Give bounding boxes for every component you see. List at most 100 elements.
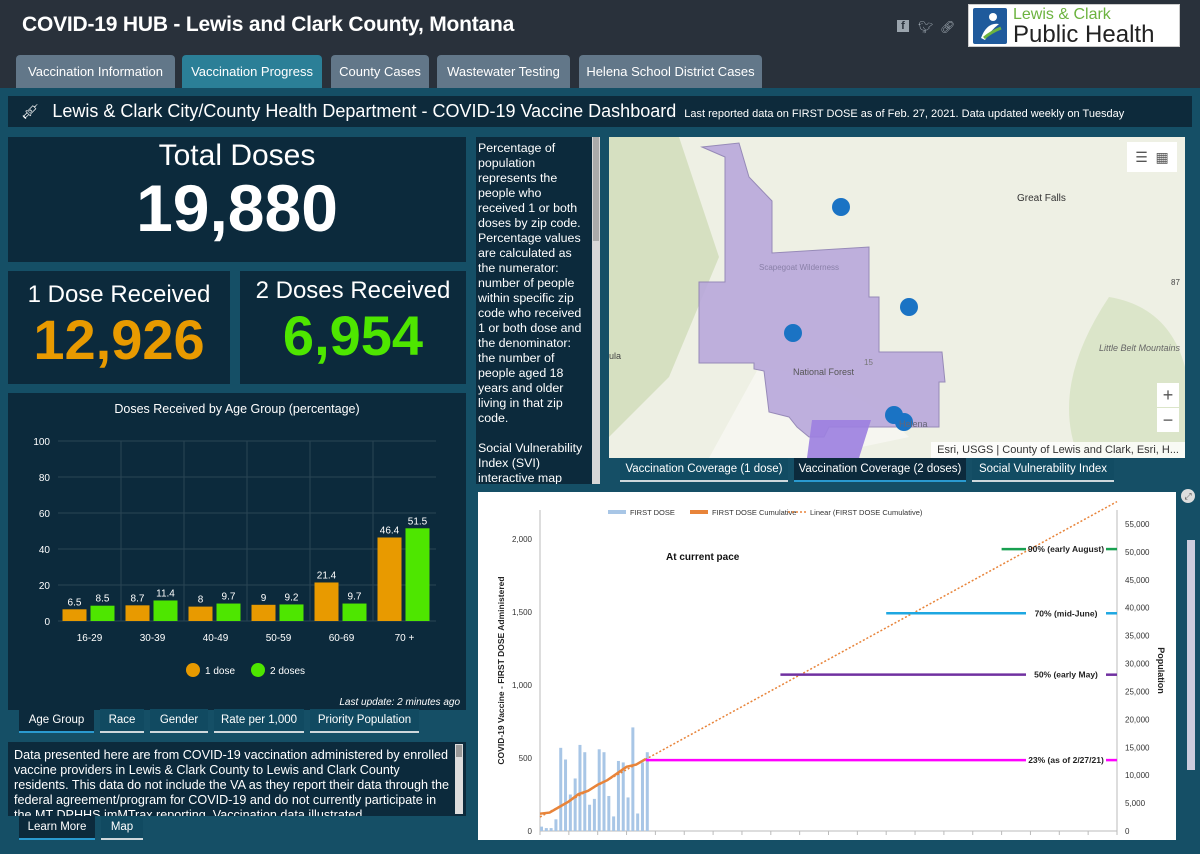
x-tick-label: 40-49 (203, 633, 229, 644)
header: COVID-19 HUB - Lewis and Clark County, M… (0, 0, 1200, 50)
y2-tick-label: 45,000 (1125, 576, 1150, 585)
y-tick-label: 0 (528, 827, 533, 836)
map-label: National Forest (793, 367, 855, 377)
notes-text: Data presented here are from COVID-19 va… (14, 748, 449, 816)
y-tick-label: 40 (39, 545, 51, 556)
vaccine-site-icon[interactable] (784, 324, 802, 342)
tab-race[interactable]: Race (100, 709, 144, 733)
x-tick-label: 60-69 (329, 633, 355, 644)
dose1-label: 1 Dose Received (27, 281, 211, 308)
tab-vaccination-coverage-1-dose[interactable]: Vaccination Coverage (1 dose) (620, 458, 788, 482)
y2-tick-label: 25,000 (1125, 687, 1150, 696)
first-dose-bar (626, 797, 630, 831)
total-doses-card: Total Doses 19,880 (8, 137, 466, 262)
facebook-icon[interactable]: f (897, 20, 909, 32)
y2-tick-label: 10,000 (1125, 771, 1150, 780)
target-label: 50% (early May) (1034, 670, 1098, 680)
cumulative-line (539, 757, 647, 815)
map-label: Helena (899, 419, 928, 429)
annotation: At current pace (666, 552, 740, 563)
dashboard-title: Lewis & Clark City/County Health Departm… (52, 101, 677, 121)
tab-gender[interactable]: Gender (150, 709, 208, 733)
map-label-wilderness: Scapegoat Wilderness (759, 263, 839, 272)
tab-helena-school-district-cases[interactable]: Helena School District Cases (579, 55, 762, 88)
bar-2-doses (153, 600, 178, 621)
tab-wastewater-testing[interactable]: Wastewater Testing (437, 55, 570, 88)
legend-icon[interactable]: ☰ (1135, 149, 1148, 166)
interstate-shield: 15 (864, 358, 873, 367)
y-tick-label: 0 (44, 617, 50, 628)
first-dose-pace-chart: 0 500 1,000 1,500 2,000 0 5,000 10,000 15,000 20,… (478, 492, 1176, 840)
data-label: 8.7 (131, 593, 145, 604)
total-doses-label: Total Doses (158, 139, 316, 172)
target-label: 23% (as of 2/27/21) (1028, 755, 1104, 765)
legend-label: FIRST DOSE Cumulative (712, 508, 796, 517)
first-dose-bar (636, 813, 640, 831)
vaccine-site-icon[interactable] (832, 198, 850, 216)
legend-and-basemap-buttons[interactable]: ☰ ▦ (1127, 142, 1177, 172)
first-dose-bar (612, 816, 616, 831)
tab-vaccination-progress[interactable]: Vaccination Progress (182, 55, 322, 88)
syringe-icon: 💉︎ (20, 103, 41, 121)
first-dose-bar (549, 828, 553, 831)
bar-2-doses (279, 604, 304, 621)
dashboard-title-bar: 💉︎ Lewis & Clark City/County Health Depa… (8, 96, 1192, 127)
bar-2-doses (90, 605, 115, 621)
first-dose-chart-svg: 0 500 1,000 1,500 2,000 0 5,000 10,000 15,000 20,… (496, 500, 1166, 836)
x-tick-label: 30-39 (140, 633, 166, 644)
data-label: 8 (198, 595, 204, 606)
twitter-icon[interactable]: 🐦︎ (918, 20, 933, 34)
zoom-out-button[interactable]: − (1157, 408, 1179, 432)
first-dose-bar (573, 778, 577, 831)
tab-social-vulnerability-index[interactable]: Social Vulnerability Index (972, 458, 1114, 482)
tab-priority-population[interactable]: Priority Population (310, 709, 419, 733)
side-text-scrollbar[interactable] (592, 137, 600, 484)
tab-learn-more[interactable]: Learn More (19, 816, 95, 840)
first-dose-bar (592, 798, 596, 831)
legend-label: 2 doses (270, 666, 305, 677)
bar-1-dose (251, 604, 276, 621)
basemap-gallery-icon[interactable]: ▦ (1156, 149, 1169, 166)
page-title: COVID-19 HUB - Lewis and Clark County, M… (22, 13, 515, 36)
tab-age-group[interactable]: Age Group (19, 709, 94, 733)
tab-vaccination-coverage-2-doses[interactable]: Vaccination Coverage (2 doses) (794, 458, 966, 482)
map-canvas[interactable]: Great Falls Little Belt Mountains Nation… (609, 137, 1185, 458)
expand-icon[interactable]: ⤢ (1181, 489, 1195, 503)
target-label: 90% (early August) (1028, 544, 1104, 554)
y2-axis-label: Population (1156, 647, 1166, 694)
first-dose-bar (588, 804, 592, 831)
y2-tick-label: 0 (1125, 827, 1130, 836)
route-shield: 87 (1171, 278, 1180, 287)
data-label: 11.4 (156, 588, 175, 599)
zoom-in-button[interactable]: + (1157, 383, 1179, 407)
target-label: 70% (mid-June) (1035, 608, 1098, 618)
tab-county-cases[interactable]: County Cases (331, 55, 429, 88)
logo-mark-icon (973, 8, 1007, 44)
chart-scrollbar[interactable] (1187, 540, 1195, 770)
bar-1-dose (62, 609, 87, 621)
legend-label: Linear (FIRST DOSE Cumulative) (810, 508, 923, 517)
first-dose-bar (564, 759, 568, 831)
link-icon[interactable]: 🔗︎ (940, 20, 955, 34)
total-doses-value: 19,880 (136, 171, 338, 245)
first-dose-bar (540, 826, 543, 831)
y2-tick-label: 30,000 (1125, 660, 1150, 669)
tab-map[interactable]: Map (101, 816, 143, 840)
data-label: 9.7 (222, 592, 236, 603)
y2-tick-label: 15,000 (1125, 743, 1150, 752)
y-tick-label: 80 (39, 473, 51, 484)
vaccine-site-icon[interactable] (900, 298, 918, 316)
bar-2-doses (216, 603, 241, 621)
data-label: 21.4 (317, 570, 337, 581)
data-label: 51.5 (408, 516, 428, 527)
map[interactable]: Great Falls Little Belt Mountains Nation… (609, 137, 1185, 458)
dose2-card: 2 Doses Received 6,954 (240, 271, 466, 384)
notes-scrollbar[interactable] (455, 744, 463, 814)
bar-2-doses (342, 603, 367, 621)
logo: Lewis & Clark Public Health (968, 4, 1180, 48)
y2-tick-label: 50,000 (1125, 548, 1150, 557)
tab-rate-per-1000[interactable]: Rate per 1,000 (214, 709, 304, 733)
map-label: Little Belt Mountains (1099, 343, 1181, 353)
tab-vaccination-information[interactable]: Vaccination Information (16, 55, 175, 88)
first-dose-bar (607, 795, 611, 831)
